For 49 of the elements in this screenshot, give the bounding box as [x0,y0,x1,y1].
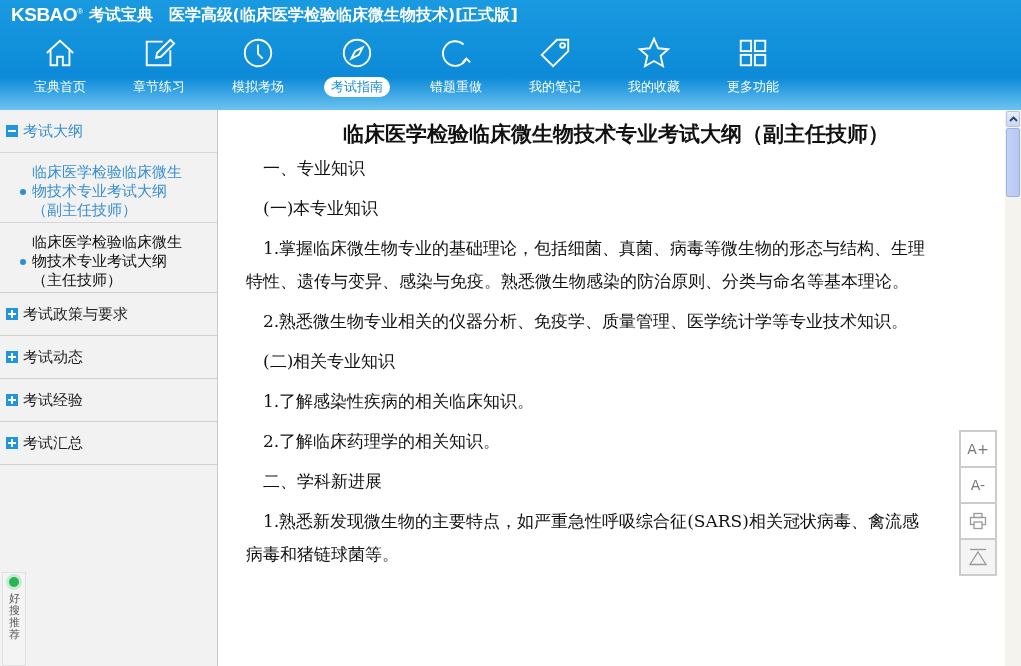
paragraph: 1.熟悉新发现微生物的主要特点，如严重急性呼吸综合征(SARS)相关冠状病毒、禽流感病毒和猪链球菌等。 [246,510,920,566]
nav-tab[interactable]: 考试指南 [323,77,390,97]
article-title: 临床医学检验临床微生物技术专业考试大纲（副主任技师） [342,121,890,148]
plus-icon[interactable] [6,437,18,449]
logo-text: 考试宝典 [88,4,153,26]
paragraph: 2.熟悉微生物专业相关的仪器分析、免疫学、质量管理、医学统计学等专业技术知识。 [262,310,910,333]
plus-icon[interactable] [6,394,18,406]
triangle-up-icon [968,548,988,566]
nav-tab[interactable]: 错题重做 [422,77,489,97]
sidebar-item[interactable]: 临床医学检验临床微生物技术专业考试大纲（副主任技师） [32,163,192,220]
scroll-up-button[interactable] [1006,111,1020,127]
paragraph: 一、专业知识 [262,157,366,180]
nav-tab[interactable]: 模拟考场 [224,77,291,97]
font-size-button[interactable]: A- [961,468,995,502]
scroll-thumb[interactable] [1006,128,1020,197]
nav-tab[interactable]: 章节练习 [125,77,192,97]
nav-tab[interactable]: 我的收藏 [620,77,687,97]
chevron-up-icon [1008,116,1018,122]
minus-icon[interactable] [6,125,18,137]
recommend-widget[interactable]: 好搜推荐 [2,572,26,666]
font-size-button[interactable]: A+ [961,432,995,466]
sidebar-group[interactable]: 考试汇总 [23,433,83,453]
bullet-icon [20,258,26,265]
paragraph: 1.了解感染性疾病的相关临床知识。 [262,390,536,413]
sidebar-group[interactable]: 考试大纲 [23,121,83,141]
nav-tab[interactable]: 更多功能 [719,77,786,97]
plus-icon[interactable] [6,308,18,320]
sidebar-group[interactable]: 考试经验 [23,390,83,410]
logo: KSBAO$^{®}$ [11,4,83,26]
sidebar-item[interactable]: 临床医学检验临床微生物技术专业考试大纲（主任技师） [32,233,192,290]
scrollbar[interactable] [1005,110,1021,666]
sidebar-group[interactable]: 考试政策与要求 [23,304,128,324]
print-icon [969,512,987,530]
sidebar-group[interactable]: 考试动态 [23,347,83,367]
star-icon[interactable] [636,36,671,70]
back-to-top-button[interactable] [961,540,995,574]
app-title: 医学高级(临床医学检验临床微生物技术)[正式版] [168,4,518,26]
paragraph: (二)相关专业知识 [262,350,397,373]
paragraph: 二、学科新进展 [262,470,383,493]
paragraph: 1.掌握临床微生物专业的基础理论，包括细菌、真菌、病毒等微生物的形态与结构、生理特性、遗传与变异、感染与免疫。熟悉微生物感染的防治原则、分类与命名等基本理论。 [246,237,927,293]
nav-tab[interactable]: 我的笔记 [521,77,588,97]
recommend-label: 好搜推荐 [8,593,20,642]
bullet-icon [20,188,26,195]
nav-tab[interactable]: 宝典首页 [26,77,93,97]
plus-icon[interactable] [6,351,18,363]
print-button[interactable] [961,504,995,538]
paragraph: (一)本专业知识 [262,197,380,220]
paragraph: 2.了解临床药理学的相关知识。 [262,430,502,453]
status-dot-icon [9,577,19,587]
